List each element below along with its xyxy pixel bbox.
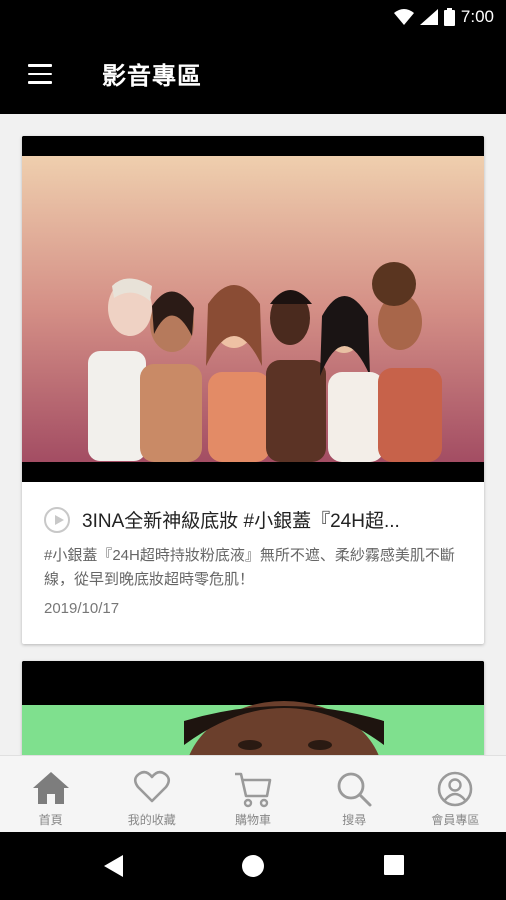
nav-favorites-label: 我的收藏 [127,813,176,827]
video-thumbnail-image [22,136,484,482]
nav-home[interactable]: 首頁 [0,756,101,833]
video-thumbnail[interactable] [22,136,484,482]
nav-member-label: 會員專區 [431,813,480,827]
nav-cart-label: 購物車 [235,813,272,827]
video-title-row[interactable]: 3INA全新神級底妝 #小銀蓋『24H超... [44,506,468,533]
heart-icon [133,770,170,803]
search-icon [337,772,372,807]
video-title[interactable]: 3INA全新神級底妝 #小銀蓋『24H超... [82,506,400,533]
battery-icon [443,8,455,26]
video-card[interactable] [22,661,484,755]
user-icon [438,771,473,807]
wifi-icon [393,9,414,25]
status-icons: 7:00 [393,7,494,27]
page-title: 影音專區 [102,63,202,90]
nav-favorites[interactable]: 我的收藏 [101,756,202,833]
nav-cart[interactable]: 購物車 [202,756,303,833]
video-list[interactable]: 3INA全新神級底妝 #小銀蓋『24H超... #小銀蓋『24H超時持妝粉底液』… [0,114,506,755]
home-icon [32,772,69,804]
nav-search-label: 搜尋 [342,813,367,827]
status-bar: 7:00 [0,0,506,36]
video-thumbnail-image [22,661,484,755]
signal-icon [419,9,438,25]
play-circle-icon[interactable] [44,506,70,533]
back-icon[interactable] [103,854,125,878]
hamburger-menu-icon[interactable] [28,64,52,84]
recents-icon[interactable] [383,854,405,876]
nav-member[interactable]: 會員專區 [405,756,506,833]
nav-search[interactable]: 搜尋 [304,756,405,833]
status-time: 7:00 [460,7,494,26]
system-navigation-bar [0,832,506,900]
app-bar: 影音專區 [0,36,506,114]
nav-home-label: 首頁 [38,813,63,827]
video-card[interactable]: 3INA全新神級底妝 #小銀蓋『24H超... #小銀蓋『24H超時持妝粉底液』… [22,136,484,644]
bottom-navigation: 首頁 我的收藏 購物車 搜尋 會員專區 [0,755,506,833]
home-circle-icon[interactable] [241,854,265,878]
video-description: #小銀蓋『24H超時持妝粉底液』無所不遮、柔紗霧感美肌不斷線，從早到晚底妝超時零… [44,547,455,588]
video-date: 2019/10/17 [44,600,120,617]
cart-icon [235,772,272,808]
video-thumbnail[interactable] [22,661,484,755]
